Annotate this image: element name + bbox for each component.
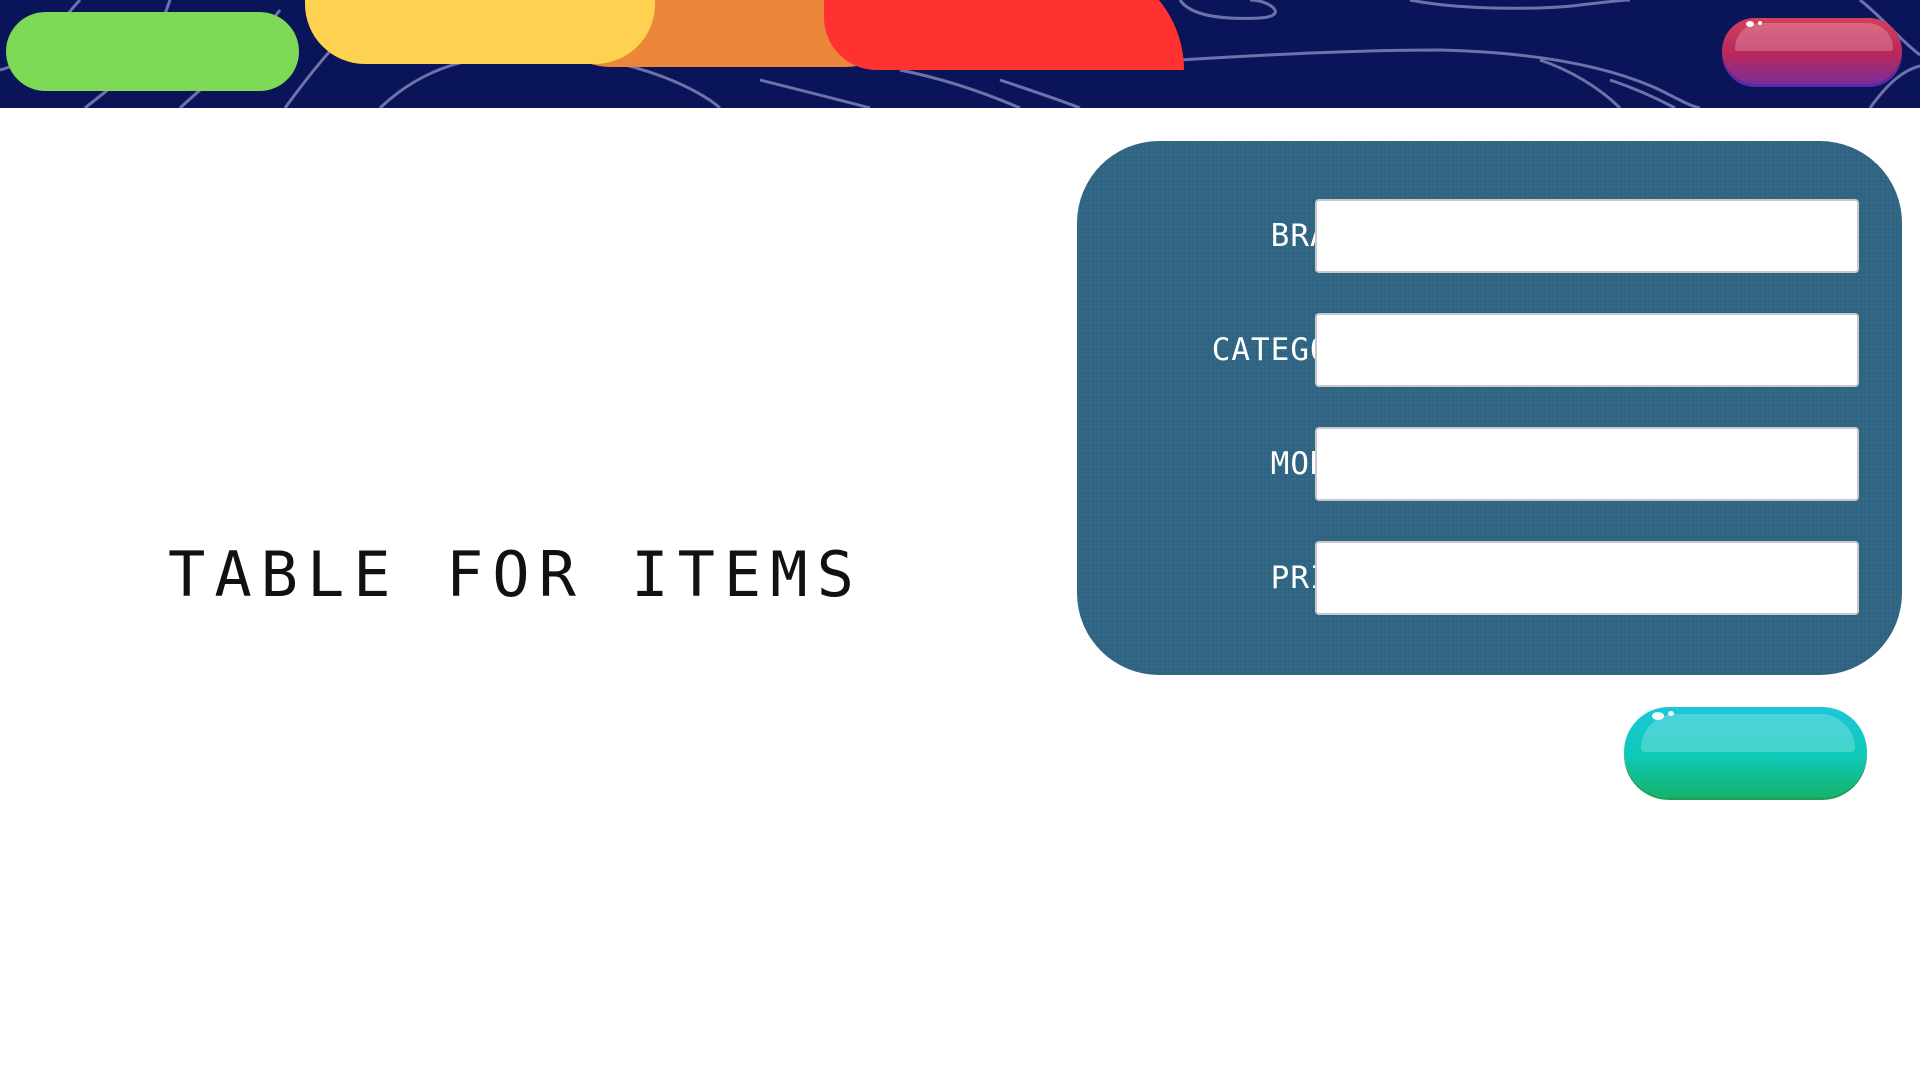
header-tab-green[interactable] xyxy=(6,12,299,91)
button-shine-highlight xyxy=(1641,714,1855,752)
button-shine-highlight xyxy=(1734,23,1893,51)
item-form-panel: BRAND CATEGORY MODEL PRICE xyxy=(1077,141,1902,675)
button-gloss-dot xyxy=(1758,21,1762,25)
button-gloss-dot xyxy=(1746,21,1754,27)
category-input[interactable] xyxy=(1315,313,1859,387)
header-banner xyxy=(0,0,1920,108)
submit-button[interactable] xyxy=(1624,707,1867,797)
brand-input[interactable] xyxy=(1315,199,1859,273)
header-tab-red[interactable] xyxy=(824,0,1184,70)
price-input[interactable] xyxy=(1315,541,1859,615)
top-right-button[interactable] xyxy=(1722,18,1902,84)
header-tab-yellow[interactable] xyxy=(305,0,655,64)
app-root: TABLE FOR ITEMS BRAND CATEGORY MODEL PRI… xyxy=(0,0,1920,1080)
model-input[interactable] xyxy=(1315,427,1859,501)
price-field-row: PRICE xyxy=(1077,541,1902,615)
button-gloss-dot xyxy=(1668,711,1674,716)
page-title: TABLE FOR ITEMS xyxy=(168,538,863,611)
brand-field-row: BRAND xyxy=(1077,199,1902,273)
model-field-row: MODEL xyxy=(1077,427,1902,501)
button-gloss-dot xyxy=(1652,712,1664,720)
category-field-row: CATEGORY xyxy=(1077,313,1902,387)
